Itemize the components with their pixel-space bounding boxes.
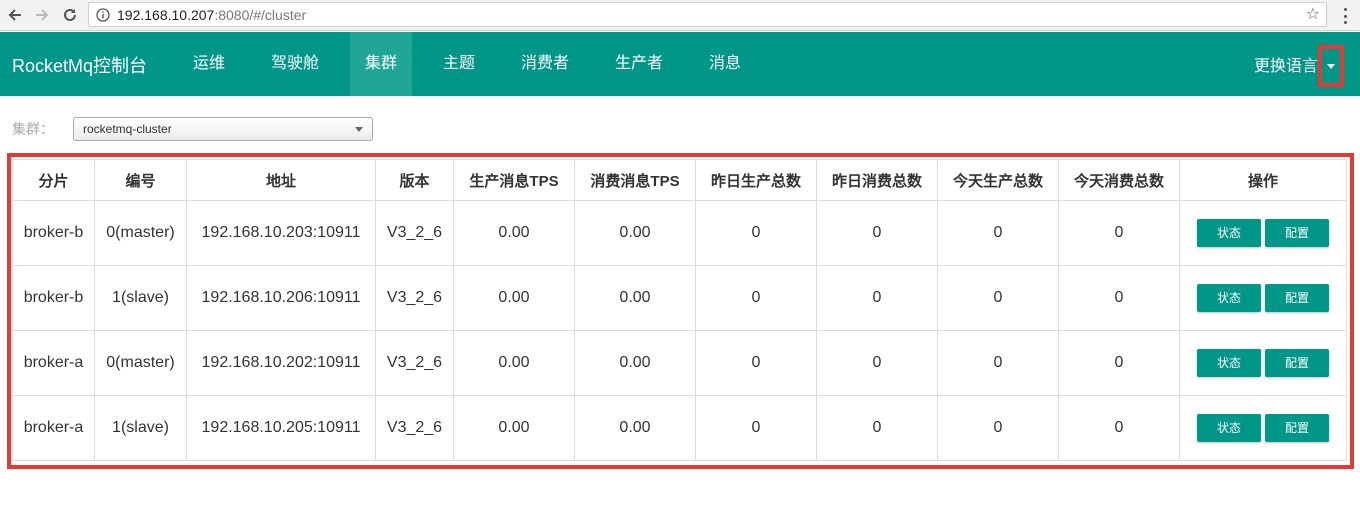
- back-button[interactable]: [4, 4, 26, 26]
- cell-broker: broker-a: [12, 395, 95, 461]
- caret-down-icon: [1327, 63, 1335, 69]
- cell-broker: broker-b: [12, 200, 95, 266]
- cell-actions: 状态 配置: [1179, 200, 1347, 266]
- config-button[interactable]: 配置: [1265, 219, 1329, 247]
- arrow-right-icon: [36, 9, 49, 21]
- cell-today-consume: 0: [1058, 265, 1180, 331]
- header-yesterday-produce: 昨日生产总数: [695, 159, 817, 201]
- cell-produce-tps: 0.00: [453, 265, 575, 331]
- status-button[interactable]: 状态: [1197, 219, 1261, 247]
- header-address: 地址: [186, 159, 376, 201]
- language-dropdown-button[interactable]: [1318, 45, 1344, 87]
- forward-button[interactable]: [31, 4, 53, 26]
- cell-consume-tps: 0.00: [574, 200, 696, 266]
- header-actions: 操作: [1179, 159, 1347, 201]
- cell-yesterday-produce: 0: [695, 200, 817, 266]
- brand-title[interactable]: RocketMq控制台: [12, 52, 147, 78]
- star-icon[interactable]: ☆: [1306, 6, 1320, 24]
- nav-item-consumer[interactable]: 消费者: [520, 32, 570, 96]
- cell-broker: broker-b: [12, 265, 95, 331]
- nav-item-topic[interactable]: 主题: [442, 32, 476, 96]
- header-version: 版本: [375, 159, 454, 201]
- address-bar[interactable]: 192.168.10.207:8080/#/cluster ☆: [88, 2, 1327, 27]
- nav-item-ops[interactable]: 运维: [192, 32, 226, 96]
- cell-actions: 状态 配置: [1179, 330, 1347, 396]
- cell-today-produce: 0: [937, 395, 1059, 461]
- kebab-menu-icon[interactable]: [1338, 6, 1352, 26]
- header-today-produce: 今天生产总数: [937, 159, 1059, 201]
- app-navbar: RocketMq控制台 运维 驾驶舱 集群 主题 消费者 生产者 消息 更换语言: [0, 32, 1360, 96]
- table-row: broker-a 1(slave) 192.168.10.205:10911 V…: [12, 395, 1347, 461]
- config-button[interactable]: 配置: [1265, 284, 1329, 312]
- status-button[interactable]: 状态: [1197, 349, 1261, 377]
- cell-address: 192.168.10.206:10911: [186, 265, 376, 331]
- cell-today-consume: 0: [1058, 200, 1180, 266]
- cell-today-produce: 0: [937, 200, 1059, 266]
- cell-broker: broker-a: [12, 330, 95, 396]
- cell-today-consume: 0: [1058, 395, 1180, 461]
- cell-version: V3_2_6: [375, 395, 454, 461]
- nav-item-producer[interactable]: 生产者: [614, 32, 664, 96]
- broker-table: 分片 编号 地址 版本 生产消息TPS 消费消息TPS 昨日生产总数 昨日消费总…: [12, 159, 1347, 461]
- cell-yesterday-consume: 0: [816, 265, 938, 331]
- nav-item-dashboard[interactable]: 驾驶舱: [270, 32, 320, 96]
- cell-consume-tps: 0.00: [574, 330, 696, 396]
- cell-actions: 状态 配置: [1179, 395, 1347, 461]
- chevron-down-icon: [355, 127, 363, 132]
- status-button[interactable]: 状态: [1197, 414, 1261, 442]
- cell-address: 192.168.10.205:10911: [186, 395, 376, 461]
- url-text: 192.168.10.207:8080/#/cluster: [117, 7, 307, 23]
- header-today-consume: 今天消费总数: [1058, 159, 1180, 201]
- status-button[interactable]: 状态: [1197, 284, 1261, 312]
- cell-today-consume: 0: [1058, 330, 1180, 396]
- cluster-label: 集群：: [12, 121, 54, 137]
- nav-item-cluster[interactable]: 集群: [350, 32, 412, 96]
- cell-id: 0(master): [94, 330, 187, 396]
- config-button[interactable]: 配置: [1265, 349, 1329, 377]
- header-shard: 分片: [12, 159, 95, 201]
- language-switcher[interactable]: 更换语言: [1254, 52, 1318, 76]
- header-yesterday-consume: 昨日消费总数: [816, 159, 938, 201]
- cell-produce-tps: 0.00: [453, 395, 575, 461]
- cell-consume-tps: 0.00: [574, 395, 696, 461]
- cell-yesterday-produce: 0: [695, 395, 817, 461]
- info-icon: [96, 8, 110, 22]
- cell-id: 0(master): [94, 200, 187, 266]
- cell-today-produce: 0: [937, 330, 1059, 396]
- cell-address: 192.168.10.203:10911: [186, 200, 376, 266]
- table-row: broker-a 0(master) 192.168.10.202:10911 …: [12, 330, 1347, 396]
- cell-id: 1(slave): [94, 265, 187, 331]
- cell-yesterday-produce: 0: [695, 265, 817, 331]
- browser-toolbar: 192.168.10.207:8080/#/cluster ☆: [0, 0, 1360, 31]
- arrow-left-icon: [8, 9, 21, 21]
- cell-address: 192.168.10.202:10911: [186, 330, 376, 396]
- cell-yesterday-consume: 0: [816, 330, 938, 396]
- header-number: 编号: [94, 159, 187, 201]
- cell-yesterday-produce: 0: [695, 330, 817, 396]
- table-header-row: 分片 编号 地址 版本 生产消息TPS 消费消息TPS 昨日生产总数 昨日消费总…: [12, 159, 1347, 201]
- cell-id: 1(slave): [94, 395, 187, 461]
- cell-version: V3_2_6: [375, 265, 454, 331]
- cell-today-produce: 0: [937, 265, 1059, 331]
- cluster-select-value: rocketmq-cluster: [83, 122, 172, 136]
- header-consume-tps: 消费消息TPS: [574, 159, 696, 201]
- config-button[interactable]: 配置: [1265, 414, 1329, 442]
- cell-produce-tps: 0.00: [453, 330, 575, 396]
- reload-icon: [64, 8, 76, 21]
- cell-version: V3_2_6: [375, 200, 454, 266]
- cell-consume-tps: 0.00: [574, 265, 696, 331]
- table-row: broker-b 0(master) 192.168.10.203:10911 …: [12, 200, 1347, 266]
- cell-produce-tps: 0.00: [453, 200, 575, 266]
- cell-yesterday-consume: 0: [816, 395, 938, 461]
- cell-yesterday-consume: 0: [816, 200, 938, 266]
- header-produce-tps: 生产消息TPS: [453, 159, 575, 201]
- cluster-select[interactable]: rocketmq-cluster: [73, 117, 373, 141]
- nav-item-message[interactable]: 消息: [708, 32, 742, 96]
- cell-version: V3_2_6: [375, 330, 454, 396]
- cell-actions: 状态 配置: [1179, 265, 1347, 331]
- reload-button[interactable]: [59, 4, 81, 26]
- table-row: broker-b 1(slave) 192.168.10.206:10911 V…: [12, 265, 1347, 331]
